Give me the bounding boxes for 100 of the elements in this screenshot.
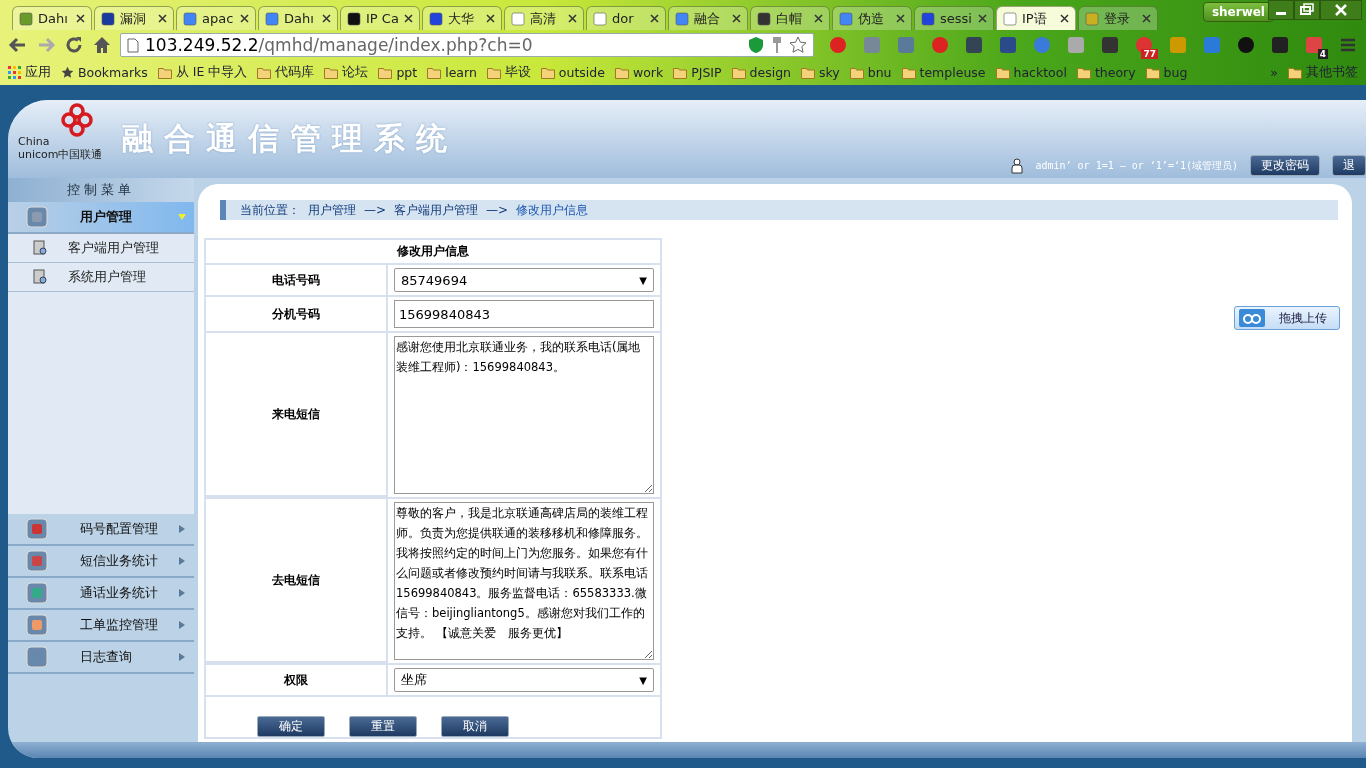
close-icon[interactable] <box>814 14 823 23</box>
system-title: 融合通信管理系统 <box>122 119 458 158</box>
change-password-button[interactable]: 更改密码 <box>1250 155 1320 176</box>
extension-icon[interactable] <box>1236 35 1256 55</box>
close-icon[interactable] <box>1060 14 1069 23</box>
favicon-icon <box>593 11 607 26</box>
bookmark[interactable]: outside <box>540 65 605 80</box>
bookmark[interactable]: theory <box>1076 65 1136 80</box>
bookmark[interactable]: design <box>731 65 792 80</box>
form-button[interactable]: 重置 <box>349 716 417 737</box>
bookmark[interactable]: 代码库 <box>257 64 315 81</box>
browser-tab[interactable]: 白帽 <box>750 6 830 30</box>
menu-item[interactable]: 短信业务统计 <box>8 546 194 578</box>
close-icon[interactable] <box>404 14 413 23</box>
back-icon[interactable] <box>8 35 28 55</box>
close-icon[interactable] <box>240 14 249 23</box>
close-icon[interactable] <box>1320 0 1362 20</box>
close-icon[interactable] <box>1142 14 1151 23</box>
folder-icon <box>1076 66 1091 79</box>
form-button[interactable]: 确定 <box>257 716 325 737</box>
bookmark[interactable]: 应用 <box>8 64 51 81</box>
address-bar[interactable]: 103.249.52.2/qmhd/manage/index.php?ch=0 <box>120 33 814 57</box>
bookmark[interactable]: Bookmarks <box>61 65 148 80</box>
bookmark[interactable]: bnu <box>849 65 892 80</box>
key-icon[interactable] <box>771 36 783 54</box>
url-text: 103.249.52.2/qmhd/manage/index.php?ch=0 <box>145 35 534 55</box>
bookmark[interactable]: sky <box>801 65 840 80</box>
browser-tab[interactable]: IP语 <box>996 6 1076 30</box>
upload-button[interactable]: 拖拽上传 <box>1234 306 1340 330</box>
bookmark[interactable]: templeuse <box>901 65 986 80</box>
bookmark[interactable]: 论坛 <box>324 64 369 81</box>
form-button[interactable]: 取消 <box>441 716 509 737</box>
tab-title: 白帽 <box>776 9 803 28</box>
extension-icon[interactable] <box>964 35 984 55</box>
breadcrumb-link[interactable]: 客户端用户管理 <box>394 201 479 219</box>
input-field[interactable]: 15699840843 <box>394 300 654 328</box>
menu-item[interactable]: 码号配置管理 <box>8 514 194 546</box>
browser-tab[interactable]: 大华 <box>422 6 502 30</box>
close-icon[interactable] <box>650 14 659 23</box>
tab-title: dor <box>612 11 635 26</box>
bookmark[interactable]: 其他书签 <box>1288 64 1358 81</box>
favicon-icon <box>19 11 33 26</box>
bookmark[interactable]: ppt <box>378 65 418 80</box>
breadcrumb-link[interactable]: 修改用户信息 <box>516 201 589 219</box>
cloud-icon <box>1239 309 1265 327</box>
browser-tab[interactable]: 融合 <box>668 6 748 30</box>
extension-icon[interactable] <box>1270 35 1290 55</box>
favicon-icon <box>101 11 115 26</box>
browser-tab[interactable]: 伪造 <box>832 6 912 30</box>
close-icon[interactable] <box>158 14 167 23</box>
folder-icon <box>673 66 688 79</box>
text-area[interactable]: 感谢您使用北京联通业务，我的联系电话(属地装维工程师)：15699840843。 <box>394 336 654 494</box>
browser-tab[interactable]: sessi <box>914 6 994 30</box>
bookmark[interactable]: 从 IE 中导入 <box>157 64 248 81</box>
reload-icon[interactable] <box>64 35 84 55</box>
bookmark[interactable]: 毕设 <box>486 64 531 81</box>
bookmark[interactable]: hacktool <box>995 65 1067 80</box>
tab-title: apac <box>202 11 235 26</box>
minimize-icon[interactable] <box>1268 0 1294 20</box>
extension-icon[interactable] <box>1100 35 1120 55</box>
folder-icon <box>614 66 629 79</box>
extension-icon[interactable] <box>1304 35 1324 55</box>
folder-icon <box>731 66 746 79</box>
bookmark[interactable]: work <box>614 65 664 80</box>
bookmark[interactable]: bug <box>1145 65 1188 80</box>
star-icon[interactable] <box>789 36 807 54</box>
home-icon[interactable] <box>92 35 112 55</box>
bookmark[interactable]: PJSIP <box>673 65 722 80</box>
menu-item[interactable]: 用户管理 <box>8 202 194 234</box>
close-icon[interactable] <box>322 14 331 23</box>
menu-item[interactable]: 工单监控管理 <box>8 610 194 642</box>
close-icon[interactable] <box>732 14 741 23</box>
browser-tab[interactable]: 高清 <box>504 6 584 30</box>
browser-tab[interactable]: dor <box>586 6 666 30</box>
select-field[interactable]: 坐席 ▼ <box>394 668 654 692</box>
submenu-item[interactable]: 客户端用户管理 <box>8 234 194 263</box>
shield-icon[interactable] <box>747 36 765 54</box>
close-icon[interactable] <box>486 14 495 23</box>
close-icon[interactable] <box>568 14 577 23</box>
bookmark[interactable]: learn <box>427 65 477 80</box>
close-icon[interactable] <box>76 14 85 23</box>
browser-tab[interactable]: Dahı <box>12 6 92 30</box>
browser-tab[interactable]: IP Ca <box>340 6 420 30</box>
select-field[interactable]: 85749694 ▼ <box>394 268 654 292</box>
extension-icon[interactable] <box>1134 35 1154 55</box>
close-icon[interactable] <box>978 14 987 23</box>
close-icon[interactable] <box>896 14 905 23</box>
menu-item[interactable]: 日志查询 <box>8 642 194 674</box>
browser-tab[interactable]: 漏洞 <box>94 6 174 30</box>
submenu-item[interactable]: 系统用户管理 <box>8 263 194 292</box>
tab-title: 登录 <box>1104 9 1131 28</box>
more-bookmarks[interactable]: » <box>1270 65 1278 80</box>
menu-item[interactable]: 通话业务统计 <box>8 578 194 610</box>
restore-icon[interactable] <box>1294 0 1320 20</box>
breadcrumb-link[interactable]: 用户管理 <box>308 201 356 219</box>
text-area[interactable]: 尊敬的客户，我是北京联通高碑店局的装维工程师。负责为您提供联通的装移移机和修障服务。我将按照约定的时间上门为您服务。如果您有什么问题或者修改预约时间请与我联系。联系电话15699840843。服务监督电话：65583333.微信号：beijingliantong5。感谢您对我们工作的支持。 【诚意关爱 服务更优】 <box>394 502 654 660</box>
browser-tab[interactable]: Dahı <box>258 6 338 30</box>
browser-tab[interactable]: apac <box>176 6 256 30</box>
logout-button[interactable]: 退 <box>1332 155 1366 176</box>
browser-tab[interactable]: 登录 <box>1078 6 1158 30</box>
